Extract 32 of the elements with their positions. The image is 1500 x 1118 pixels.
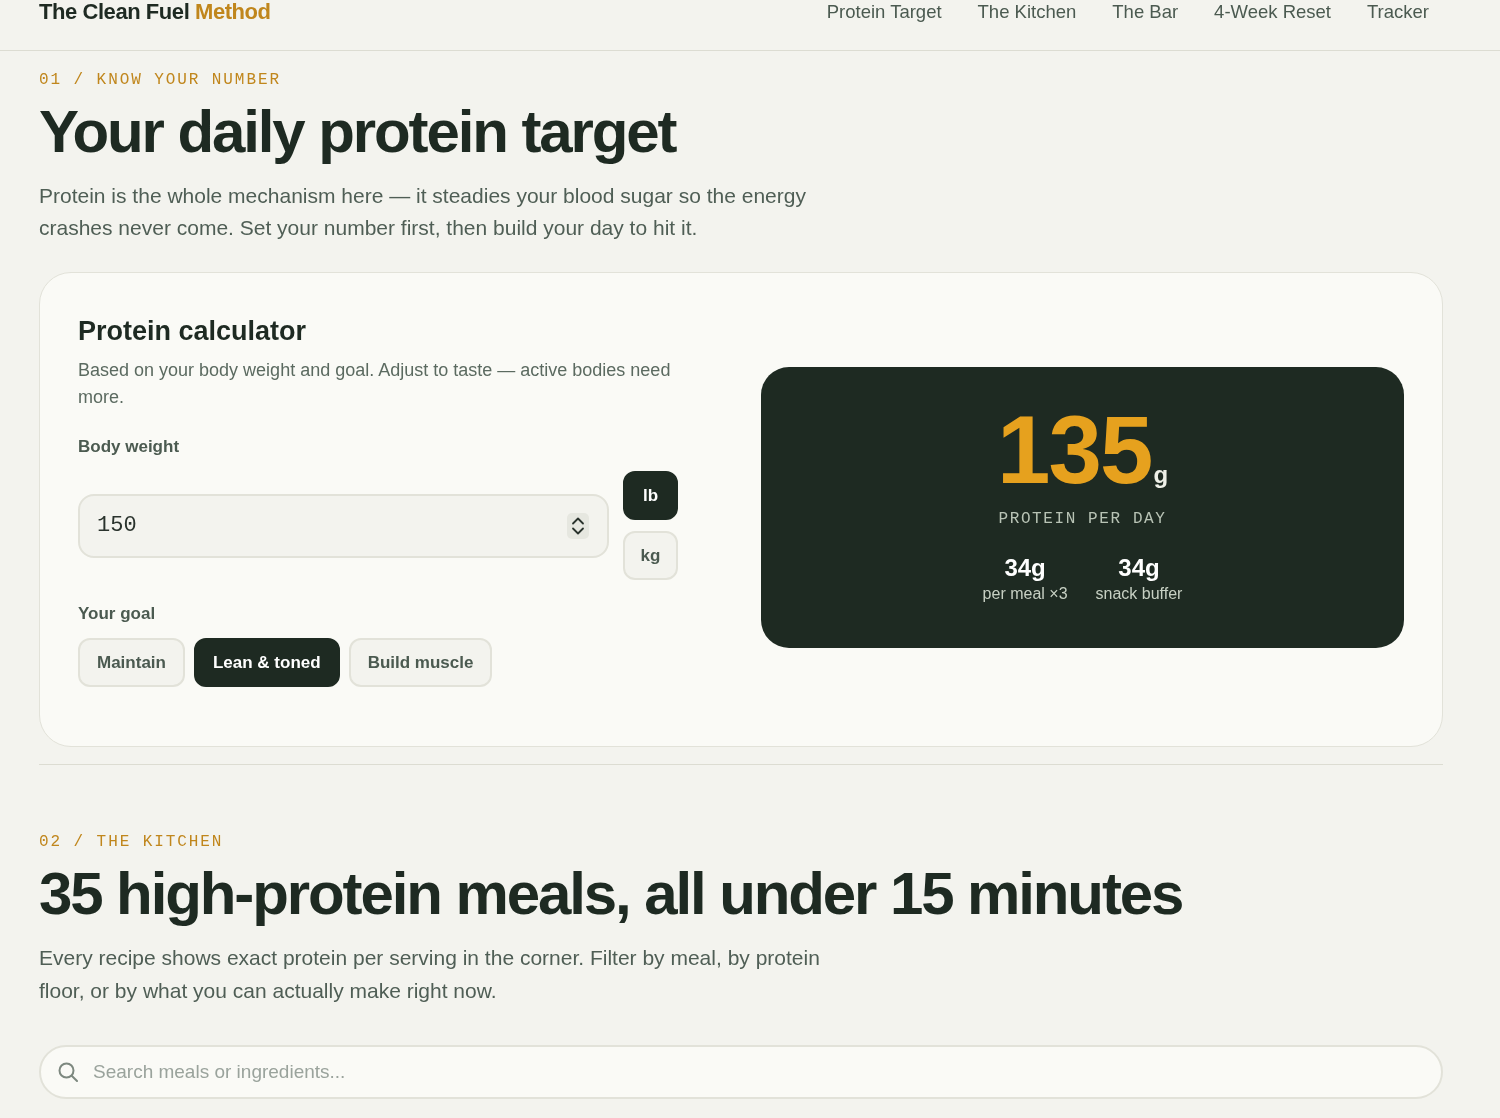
nav-link[interactable]: 4-Week Reset [1214,0,1331,24]
stat-label: per meal ×3 [982,583,1068,604]
unit-toggle[interactable]: kg [623,531,678,580]
result-caption: PROTEIN PER DAY [998,508,1167,530]
stat-value: 34g [1004,553,1046,582]
field-label: Your goal [78,603,157,625]
goal-option[interactable]: Lean & toned [193,638,340,687]
goal-option[interactable]: Maintain [78,638,185,687]
stat-value: 34g [1118,553,1160,582]
goal-option[interactable]: Build muscle [348,638,493,687]
stat-label: snack buffer [1095,583,1183,604]
section-heading: Your daily protein target [39,97,677,167]
section-intro: Every recipe shows exact protein per serving in the corner. Filter by meal, by protein floor, or by what you can actually make right now. [39,945,821,1004]
up-down-chevron-icon[interactable] [567,512,589,539]
section-eyebrow: 02 / THE KITCHEN [39,832,225,853]
search-field[interactable]: Search meals or ingredients... [39,1045,1443,1099]
unit-label: g [1153,462,1169,487]
nav-link[interactable]: The Kitchen [977,0,1077,24]
unit-toggle[interactable]: lb [623,471,678,520]
nav-link[interactable]: The Bar [1112,0,1179,24]
protein-total: 135 [996,409,1152,490]
calculator-description: Based on your body weight and goal. Adjust to taste — active bodies need more. [78,359,672,409]
nav-link[interactable]: Tracker [1367,0,1429,24]
field-label: Body weight [78,436,181,458]
nav-link[interactable]: Protein Target [826,0,942,24]
section-intro: Protein is the whole mechanism here — it steadies your blood sugar so the energy crashes never come. Set your number first, then build your day to hit it. [39,183,807,241]
search-icon [58,1062,78,1082]
section-eyebrow: 01 / KNOW YOUR NUMBER [39,70,282,91]
weight-input[interactable]: 150 [78,493,609,558]
site-logo[interactable]: The Clean Fuel Method [39,0,271,24]
section-heading: 35 high-protein meals, all under 15 minutes [39,859,1184,929]
calculator-title: Protein calculator [78,315,308,348]
